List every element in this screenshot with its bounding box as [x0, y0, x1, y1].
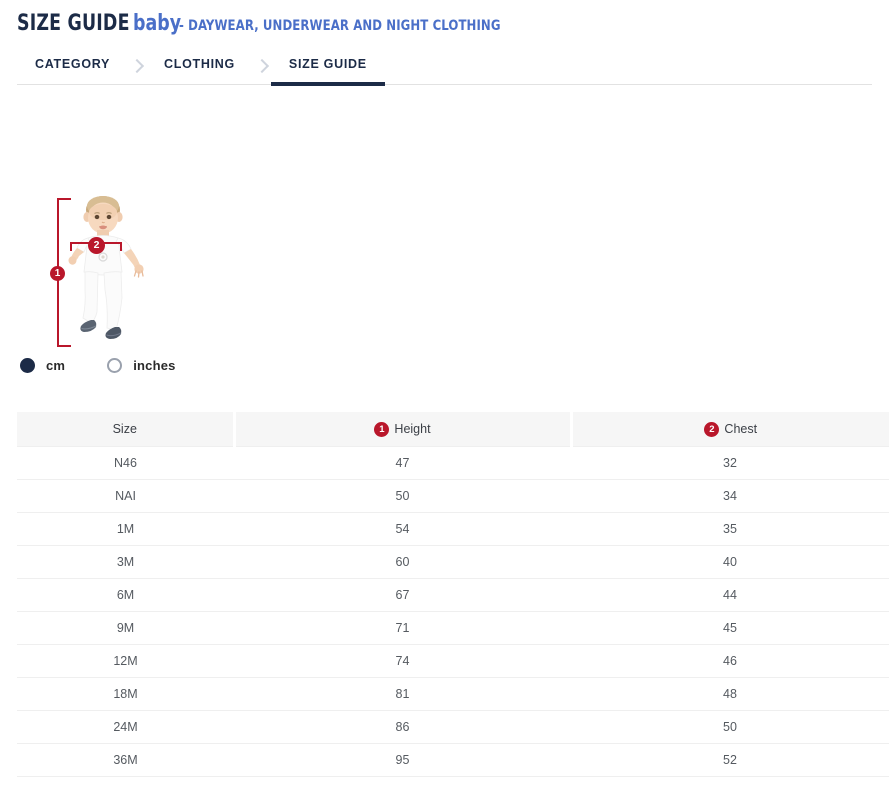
marker-badge-2: 2	[88, 237, 105, 254]
cell-chest: 45	[571, 611, 889, 644]
tab-size-guide[interactable]: SIZE GUIDE	[271, 48, 385, 85]
cell-height: 95	[234, 743, 571, 776]
unit-label-cm: cm	[46, 358, 65, 373]
height-measure-cap-top	[57, 198, 71, 200]
marker-badge-1: 1	[50, 266, 65, 281]
column-header-height: 1 Height	[234, 412, 571, 446]
cell-size: N46	[17, 446, 234, 479]
page-title-category: baby	[133, 11, 181, 36]
cell-chest: 35	[571, 512, 889, 545]
chest-measure-tick-right	[120, 242, 122, 251]
column-header-chest: 2 Chest	[571, 412, 889, 446]
column-header-height-label: Height	[394, 422, 430, 436]
table-row: 9M7145	[17, 611, 889, 644]
unit-option-cm[interactable]: cm	[20, 358, 65, 373]
cell-chest: 44	[571, 578, 889, 611]
table-row: 18M8148	[17, 677, 889, 710]
measurement-figure: 1 2	[20, 190, 180, 350]
column-badge-1: 1	[374, 422, 389, 437]
table-row: NAI5034	[17, 479, 889, 512]
table-row: N464732	[17, 446, 889, 479]
table-row: 1M5435	[17, 512, 889, 545]
unit-selector: cm inches	[20, 358, 218, 373]
column-header-chest-label: Chest	[724, 422, 757, 436]
cell-height: 71	[234, 611, 571, 644]
size-guide-page: SIZE GUIDE baby - DAYWEAR, UNDERWEAR AND…	[0, 0, 889, 791]
cell-size: 18M	[17, 677, 234, 710]
table-row: 24M8650	[17, 710, 889, 743]
breadcrumb: CATEGORY CLOTHING SIZE GUIDE	[17, 48, 872, 85]
cell-size: 9M	[17, 611, 234, 644]
cell-chest: 34	[571, 479, 889, 512]
chest-measure-tick-left	[70, 242, 72, 251]
unit-option-inches[interactable]: inches	[107, 358, 175, 373]
baby-illustration	[58, 194, 150, 346]
column-header-size-label: Size	[113, 422, 137, 436]
radio-cm-icon[interactable]	[20, 358, 35, 373]
cell-size: NAI	[17, 479, 234, 512]
table-header-row: Size 1 Height 2 Chest	[17, 412, 889, 446]
column-header-size: Size	[17, 412, 234, 446]
cell-height: 60	[234, 545, 571, 578]
table-row: 6M6744	[17, 578, 889, 611]
cell-size: 1M	[17, 512, 234, 545]
cell-height: 86	[234, 710, 571, 743]
cell-size: 12M	[17, 644, 234, 677]
table-row: 3M6040	[17, 545, 889, 578]
cell-chest: 32	[571, 446, 889, 479]
page-title-main: SIZE GUIDE	[17, 11, 130, 36]
cell-size: 3M	[17, 545, 234, 578]
cell-chest: 50	[571, 710, 889, 743]
tab-clothing[interactable]: CLOTHING	[146, 48, 253, 85]
cell-size: 24M	[17, 710, 234, 743]
radio-inches-icon[interactable]	[107, 358, 122, 373]
cell-height: 50	[234, 479, 571, 512]
chevron-right-icon	[130, 59, 144, 73]
cell-chest: 48	[571, 677, 889, 710]
cell-chest: 40	[571, 545, 889, 578]
table-body: N464732 NAI5034 1M5435 3M6040 6M6744 9M7…	[17, 446, 889, 776]
cell-height: 67	[234, 578, 571, 611]
column-badge-2: 2	[704, 422, 719, 437]
cell-chest: 46	[571, 644, 889, 677]
height-measure-cap-bottom	[57, 345, 71, 347]
cell-height: 74	[234, 644, 571, 677]
page-title: SIZE GUIDE baby - DAYWEAR, UNDERWEAR AND…	[17, 11, 536, 36]
cell-chest: 52	[571, 743, 889, 776]
cell-height: 54	[234, 512, 571, 545]
cell-height: 47	[234, 446, 571, 479]
unit-label-inches: inches	[133, 358, 175, 373]
cell-size: 36M	[17, 743, 234, 776]
table-row: 36M9552	[17, 743, 889, 776]
tab-category[interactable]: CATEGORY	[17, 48, 128, 85]
size-table: Size 1 Height 2 Chest N464732	[17, 412, 889, 777]
page-title-subtitle: - DAYWEAR, UNDERWEAR AND NIGHT CLOTHING	[179, 18, 501, 34]
table-row: 12M7446	[17, 644, 889, 677]
cell-size: 6M	[17, 578, 234, 611]
cell-height: 81	[234, 677, 571, 710]
chevron-right-icon	[255, 59, 269, 73]
